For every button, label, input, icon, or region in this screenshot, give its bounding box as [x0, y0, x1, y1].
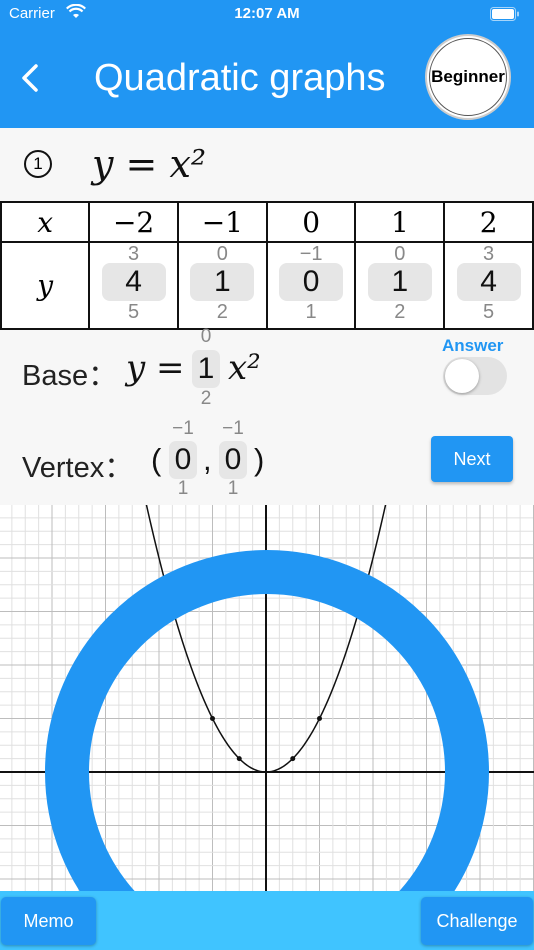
y-value-cell: 0 1 2 — [176, 241, 268, 330]
problem-row: 1 y = x² — [0, 130, 534, 200]
picker-current-value[interactable]: 0 — [279, 263, 344, 301]
base-coefficient-picker[interactable]: 0 1 2 — [192, 326, 220, 416]
level-badge-label: Beginner — [429, 38, 507, 116]
problem-equation: y = x² — [92, 142, 207, 186]
vertex-comma: , — [203, 442, 212, 477]
picker-prev-value[interactable]: −1 — [165, 418, 201, 440]
x-value-cell: −2 — [88, 201, 179, 243]
level-badge[interactable]: Beginner — [425, 34, 511, 120]
battery-icon — [490, 7, 520, 21]
picker-next-value[interactable]: 1 — [169, 478, 197, 500]
picker-next-value[interactable]: 2 — [190, 301, 254, 324]
picker-current-value[interactable]: 4 — [456, 263, 521, 301]
value-table: x −2 −1 0 1 2 y 3 4 5 0 1 2 −1 0 1 0 1 2… — [0, 201, 534, 330]
picker-current-value[interactable]: 0 — [219, 441, 247, 479]
base-rhs: x² — [228, 348, 261, 388]
vertex-h-picker[interactable]: −1 0 1 — [169, 418, 197, 500]
graph-canvas — [0, 505, 534, 892]
x-value-cell: 1 — [354, 201, 446, 243]
picker-prev-value[interactable]: 0 — [192, 326, 220, 348]
picker-next-value[interactable]: 1 — [279, 301, 343, 324]
y-picker[interactable]: 0 1 2 — [190, 243, 255, 324]
memo-button[interactable]: Memo — [1, 897, 96, 945]
app-header: Carrier 12:07 AM Quadratic graphs Beginn… — [0, 0, 534, 128]
vertex-k-picker[interactable]: −1 0 1 — [219, 418, 247, 500]
y-value-cell: 3 4 5 — [88, 241, 179, 330]
challenge-button[interactable]: Challenge — [421, 897, 533, 945]
y-value-cell: −1 0 1 — [265, 241, 357, 330]
y-value-cell: 3 4 5 — [443, 241, 534, 330]
x-label-cell: x — [0, 201, 91, 243]
picker-next-value[interactable]: 5 — [457, 301, 521, 324]
curve-point — [210, 716, 215, 721]
y-picker[interactable]: 3 4 5 — [456, 243, 521, 324]
x-row: x −2 −1 0 1 2 — [0, 201, 534, 243]
clock: 12:07 AM — [234, 5, 300, 22]
picker-current-value[interactable]: 1 — [192, 350, 220, 388]
y-picker[interactable]: 0 1 2 — [367, 243, 432, 324]
x-value-cell: 0 — [265, 201, 357, 243]
answer-toggle[interactable] — [443, 357, 507, 395]
status-bar: Carrier 12:07 AM — [0, 0, 534, 28]
vertex-label: Vertex： — [22, 452, 134, 484]
back-button[interactable] — [14, 58, 48, 98]
answer-label: Answer — [442, 336, 504, 355]
y-picker[interactable]: −1 0 1 — [279, 243, 344, 324]
picker-current-value[interactable]: 4 — [101, 263, 166, 301]
y-picker[interactable]: 3 4 5 — [101, 243, 166, 324]
picker-current-value[interactable]: 1 — [367, 263, 432, 301]
picker-prev-value[interactable]: −1 — [215, 418, 251, 440]
page-title: Quadratic graphs — [94, 57, 386, 99]
picker-next-value[interactable]: 5 — [102, 301, 166, 324]
app-root: Carrier 12:07 AM Quadratic graphs Beginn… — [0, 0, 534, 950]
curve-point — [290, 756, 296, 762]
y-value-cell: 0 1 2 — [354, 241, 446, 330]
picker-next-value[interactable]: 1 — [219, 478, 247, 500]
toggle-knob — [445, 359, 479, 393]
picker-current-value[interactable]: 0 — [169, 441, 197, 479]
bottom-bar: Memo Challenge — [0, 891, 534, 950]
base-lhs: y = — [126, 348, 185, 388]
x-value-cell: 2 — [443, 201, 534, 243]
vertex-open-paren: ( — [151, 442, 162, 477]
y-label-cell: y — [0, 241, 91, 330]
picker-next-value[interactable]: 2 — [192, 388, 220, 410]
picker-next-value[interactable]: 2 — [368, 301, 432, 324]
chevron-left-icon — [22, 64, 38, 92]
vertex-close-paren: ) — [254, 442, 265, 477]
problem-number: 1 — [24, 150, 52, 178]
curve-point — [236, 756, 242, 762]
curve-point — [317, 716, 322, 721]
base-label: Base： — [22, 360, 118, 392]
picker-current-value[interactable]: 1 — [190, 263, 255, 301]
x-value-cell: −1 — [176, 201, 268, 243]
next-button[interactable]: Next — [431, 436, 513, 482]
y-row: y 3 4 5 0 1 2 −1 0 1 0 1 2 3 4 5 — [0, 241, 534, 330]
graph-area — [0, 505, 534, 892]
